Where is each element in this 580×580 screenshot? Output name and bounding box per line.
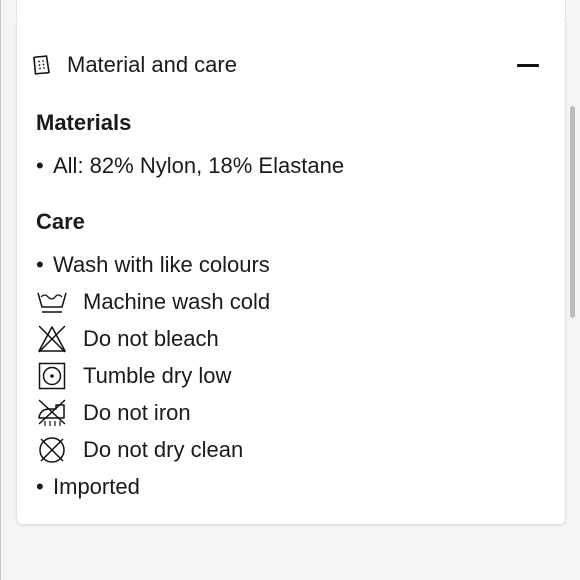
do-not-dry-clean-icon [36, 435, 68, 465]
care-text: Imported [53, 474, 140, 499]
bullet: • [36, 153, 44, 178]
do-not-bleach-icon [36, 324, 68, 354]
accordion-title: Material and care [67, 52, 237, 77]
do-not-iron-icon [36, 398, 68, 428]
care-instruction-label: Do not iron [83, 400, 191, 425]
care-instruction-label: Do not bleach [83, 326, 219, 351]
care-instruction-row: Do not bleach [36, 324, 219, 354]
care-text: Wash with like colours [53, 252, 270, 277]
care-instruction-label: Do not dry clean [83, 437, 244, 462]
materials-heading: Materials [36, 110, 132, 135]
scrollbar-thumb[interactable] [570, 106, 575, 318]
material-and-care-accordion-header[interactable]: Material and care [17, 22, 565, 108]
material-text: All: 82% Nylon, 18% Elastane [53, 153, 345, 178]
care-instruction-label: Tumble dry low [83, 363, 232, 388]
care-heading: Care [36, 209, 85, 234]
minus-icon[interactable] [517, 64, 539, 67]
material-list-item: • All: 82% Nylon, 18% Elastane [36, 151, 344, 181]
care-instruction-row: Machine wash cold [36, 287, 270, 317]
care-instruction-row: Do not iron [36, 398, 191, 428]
care-instruction-row: Do not dry clean [36, 435, 243, 465]
care-instruction-label: Machine wash cold [83, 289, 271, 314]
care-instruction-row: Tumble dry low [36, 361, 231, 391]
care-list-item: • Imported [36, 472, 140, 502]
page-left-border [0, 0, 1, 580]
material-and-care-panel: Material and care Materials • All: 82% N… [16, 22, 566, 525]
bullet: • [36, 252, 44, 277]
care-label-icon [30, 54, 52, 76]
previous-accordion-card [16, 0, 566, 24]
bullet: • [36, 474, 44, 499]
care-list-item: • Wash with like colours [36, 250, 270, 280]
tumble-dry-low-icon [36, 361, 68, 391]
machine-wash-cold-icon [36, 287, 68, 317]
